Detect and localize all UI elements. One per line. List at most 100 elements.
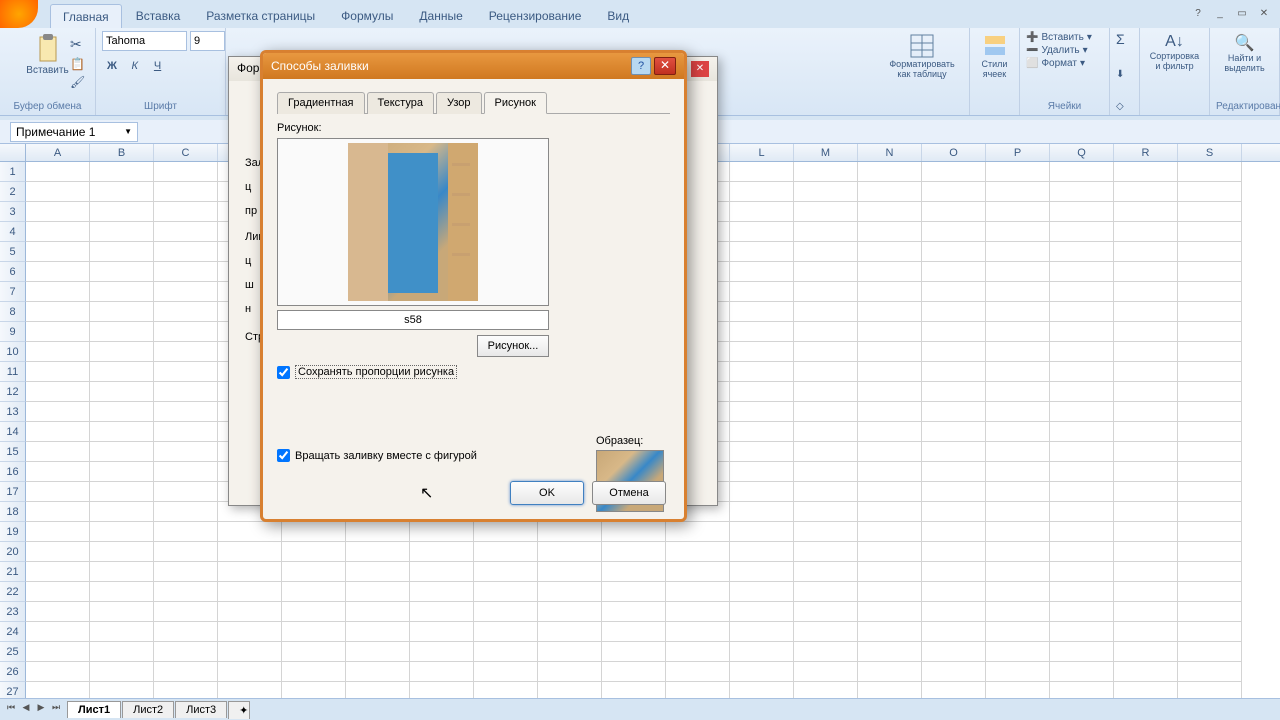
new-sheet-button[interactable]: ✦ — [228, 701, 250, 719]
cell[interactable] — [922, 622, 986, 642]
cell[interactable] — [794, 662, 858, 682]
row-header[interactable]: 21 — [0, 562, 26, 582]
cell[interactable] — [794, 362, 858, 382]
row-header[interactable]: 9 — [0, 322, 26, 342]
cell[interactable] — [1114, 522, 1178, 542]
cell[interactable] — [1178, 162, 1242, 182]
sheet-tab-2[interactable]: Лист2 — [122, 701, 174, 718]
cell[interactable] — [90, 422, 154, 442]
cell[interactable] — [154, 162, 218, 182]
cell[interactable] — [986, 462, 1050, 482]
cell[interactable] — [154, 202, 218, 222]
cell[interactable] — [922, 342, 986, 362]
tab-texture[interactable]: Текстура — [367, 92, 434, 114]
cell[interactable] — [90, 202, 154, 222]
row-header[interactable]: 15 — [0, 442, 26, 462]
cell[interactable] — [730, 322, 794, 342]
cell[interactable] — [26, 222, 90, 242]
cell[interactable] — [90, 682, 154, 698]
cell[interactable] — [986, 642, 1050, 662]
cell[interactable] — [794, 642, 858, 662]
cell[interactable] — [1050, 542, 1114, 562]
cell[interactable] — [858, 462, 922, 482]
cell[interactable] — [730, 462, 794, 482]
cell[interactable] — [1050, 462, 1114, 482]
cell[interactable] — [730, 402, 794, 422]
cell[interactable] — [986, 162, 1050, 182]
cell[interactable] — [1178, 382, 1242, 402]
cell[interactable] — [922, 442, 986, 462]
cell[interactable] — [26, 302, 90, 322]
cell[interactable] — [282, 602, 346, 622]
row-header[interactable]: 24 — [0, 622, 26, 642]
cell[interactable] — [410, 542, 474, 562]
cell[interactable] — [154, 522, 218, 542]
first-sheet-button[interactable]: ⏮ — [4, 702, 18, 718]
cell[interactable] — [1050, 602, 1114, 622]
cell[interactable] — [154, 582, 218, 602]
row-header[interactable]: 3 — [0, 202, 26, 222]
cell[interactable] — [986, 562, 1050, 582]
cell[interactable] — [26, 362, 90, 382]
cell[interactable] — [730, 342, 794, 362]
cell[interactable] — [154, 222, 218, 242]
column-header[interactable]: P — [986, 144, 1050, 161]
tab-picture[interactable]: Рисунок — [484, 92, 548, 114]
cell[interactable] — [26, 262, 90, 282]
row-header[interactable]: 14 — [0, 422, 26, 442]
cell[interactable] — [90, 362, 154, 382]
cell[interactable] — [794, 622, 858, 642]
cell[interactable] — [90, 302, 154, 322]
row-header[interactable]: 5 — [0, 242, 26, 262]
cell[interactable] — [26, 522, 90, 542]
fill-icon[interactable]: ⬇ — [1116, 69, 1133, 80]
cell[interactable] — [730, 602, 794, 622]
cell[interactable] — [218, 582, 282, 602]
cell[interactable] — [90, 502, 154, 522]
cell[interactable] — [922, 682, 986, 698]
cell[interactable] — [90, 222, 154, 242]
cell[interactable] — [1178, 282, 1242, 302]
cell[interactable] — [90, 622, 154, 642]
column-header[interactable]: S — [1178, 144, 1242, 161]
column-header[interactable]: N — [858, 144, 922, 161]
cell[interactable] — [474, 522, 538, 542]
cell[interactable] — [858, 562, 922, 582]
cell[interactable] — [858, 682, 922, 698]
row-header[interactable]: 1 — [0, 162, 26, 182]
cell[interactable] — [986, 182, 1050, 202]
cell[interactable] — [154, 242, 218, 262]
insert-cells-button[interactable]: ➕Вставить▾ — [1026, 31, 1103, 44]
dialog-close-button[interactable]: ✕ — [654, 57, 676, 75]
cell[interactable] — [986, 362, 1050, 382]
cell[interactable] — [538, 562, 602, 582]
cell[interactable] — [346, 682, 410, 698]
tab-view[interactable]: Вид — [595, 4, 641, 29]
column-header[interactable]: C — [154, 144, 218, 161]
cell[interactable] — [154, 302, 218, 322]
cell[interactable] — [730, 182, 794, 202]
dialog-help-button[interactable]: ? — [631, 57, 651, 75]
cell[interactable] — [154, 662, 218, 682]
cell[interactable] — [1050, 342, 1114, 362]
cell[interactable] — [1178, 602, 1242, 622]
office-button[interactable] — [0, 0, 38, 28]
cell[interactable] — [154, 422, 218, 442]
cell[interactable] — [666, 582, 730, 602]
cell[interactable] — [1050, 182, 1114, 202]
cell[interactable] — [730, 302, 794, 322]
cell[interactable] — [90, 462, 154, 482]
cell[interactable] — [730, 662, 794, 682]
cell[interactable] — [26, 242, 90, 262]
cell[interactable] — [794, 402, 858, 422]
cell[interactable] — [1114, 542, 1178, 562]
cell[interactable] — [1178, 642, 1242, 662]
cell[interactable] — [666, 522, 730, 542]
cell[interactable] — [1050, 622, 1114, 642]
cell[interactable] — [922, 662, 986, 682]
cell[interactable] — [858, 502, 922, 522]
cell[interactable] — [1114, 162, 1178, 182]
cell[interactable] — [90, 662, 154, 682]
cell[interactable] — [730, 382, 794, 402]
cell[interactable] — [1114, 342, 1178, 362]
